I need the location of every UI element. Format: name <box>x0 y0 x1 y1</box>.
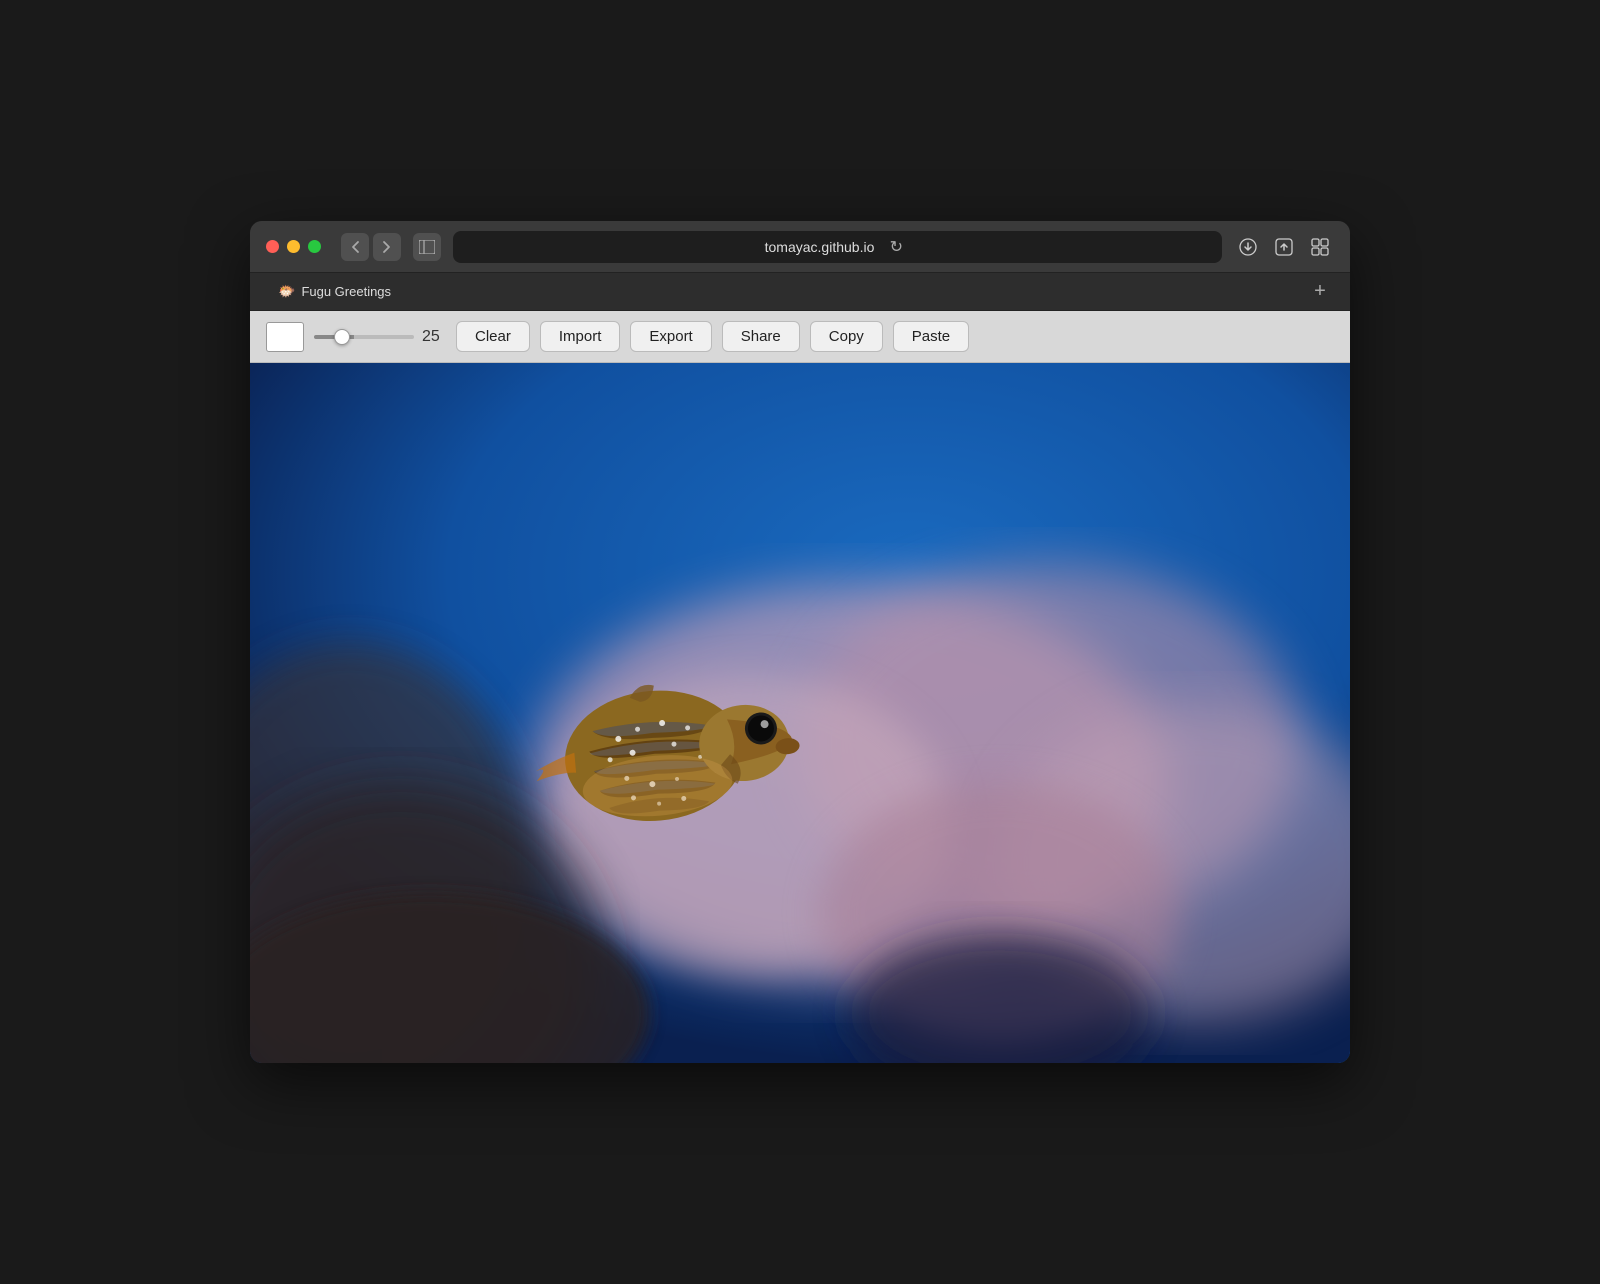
copy-button[interactable]: Copy <box>810 321 883 352</box>
fish-scene-svg <box>250 363 1350 1063</box>
download-button[interactable] <box>1234 233 1262 261</box>
url-text: tomayac.github.io <box>765 239 875 255</box>
color-picker[interactable] <box>266 322 304 352</box>
forward-button[interactable] <box>373 233 401 261</box>
active-tab[interactable]: 🐡 Fugu Greetings <box>266 283 403 300</box>
tab-favicon: 🐡 <box>278 283 295 300</box>
close-button[interactable] <box>266 240 279 253</box>
nav-buttons <box>341 233 401 261</box>
sidebar-toggle-button[interactable] <box>413 233 441 261</box>
share-button[interactable] <box>1270 233 1298 261</box>
add-tab-button[interactable]: + <box>1306 278 1334 306</box>
browser-window: tomayac.github.io ↻ <box>250 221 1350 1063</box>
clear-button[interactable]: Clear <box>456 321 530 352</box>
paste-button[interactable]: Paste <box>893 321 969 352</box>
reload-button[interactable]: ↻ <box>882 233 910 261</box>
brush-size-slider[interactable] <box>314 335 414 339</box>
back-button[interactable] <box>341 233 369 261</box>
maximize-button[interactable] <box>308 240 321 253</box>
title-bar: tomayac.github.io ↻ <box>250 221 1350 273</box>
traffic-lights <box>266 240 321 253</box>
address-bar[interactable]: tomayac.github.io ↻ <box>453 231 1222 263</box>
new-tab-button[interactable] <box>1306 233 1334 261</box>
share-tool-button[interactable]: Share <box>722 321 800 352</box>
brush-size-control: 25 <box>314 328 446 346</box>
app-toolbar: 25 Clear Import Export Share Copy Paste <box>250 311 1350 363</box>
export-button[interactable]: Export <box>630 321 711 352</box>
brush-size-value: 25 <box>422 328 446 346</box>
import-button[interactable]: Import <box>540 321 621 352</box>
drawing-canvas[interactable] <box>250 363 1350 1063</box>
tab-title: Fugu Greetings <box>301 284 391 299</box>
tab-bar: 🐡 Fugu Greetings + <box>250 273 1350 311</box>
minimize-button[interactable] <box>287 240 300 253</box>
browser-actions <box>1234 233 1334 261</box>
